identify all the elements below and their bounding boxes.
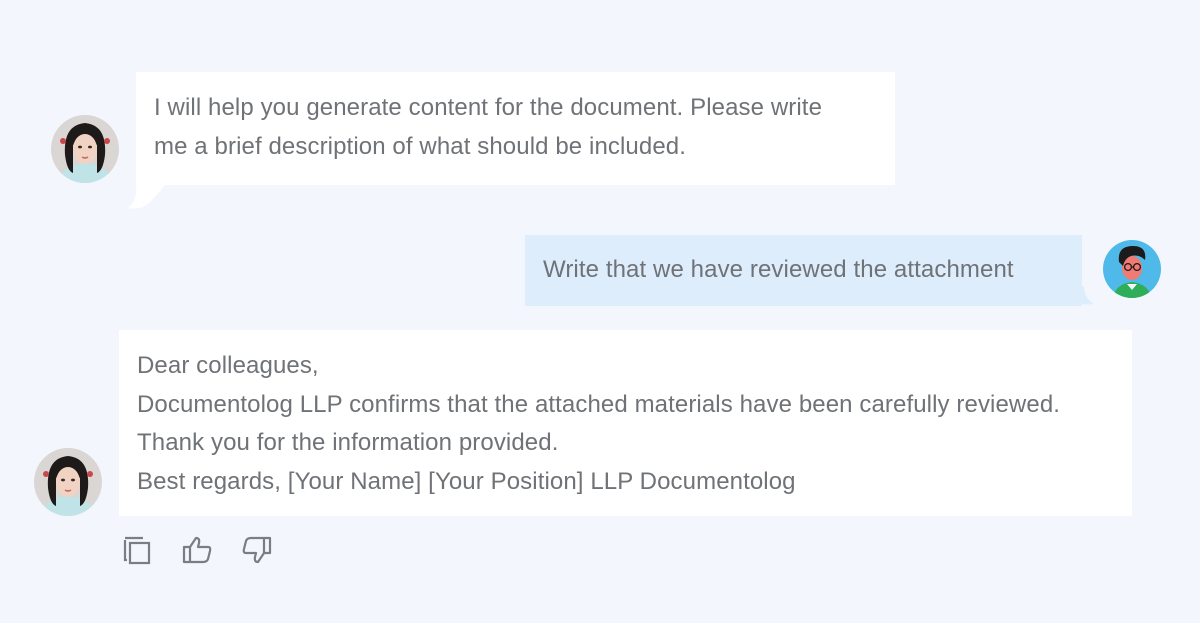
copy-button[interactable] bbox=[120, 533, 154, 567]
thumbs-down-icon bbox=[242, 536, 272, 564]
assistant-avatar bbox=[51, 115, 119, 183]
assistant-avatar-image bbox=[34, 448, 102, 516]
assistant-message: Dear colleagues, Documentolog LLP confir… bbox=[119, 330, 1132, 516]
message-line: Best regards, [Your Name] [Your Position… bbox=[137, 467, 796, 495]
copy-icon bbox=[123, 536, 151, 565]
message-line: Thank you for the information provided. bbox=[137, 429, 559, 456]
assistant-avatar bbox=[34, 448, 102, 516]
message-line: me a brief description of what should be… bbox=[154, 132, 686, 160]
user-message: Write that we have reviewed the attachme… bbox=[525, 235, 1082, 306]
message-line: Write that we have reviewed the attachme… bbox=[543, 256, 1014, 283]
bubble-tail bbox=[1062, 286, 1094, 305]
dislike-button[interactable] bbox=[240, 533, 274, 567]
message-line: Documentolog LLP confirms that the attac… bbox=[137, 390, 1061, 418]
user-avatar-image bbox=[1103, 240, 1161, 298]
message-actions bbox=[120, 533, 274, 567]
message-line: I will help you generate content for the… bbox=[154, 94, 823, 121]
message-line: Dear colleagues, bbox=[137, 352, 319, 379]
assistant-message: I will help you generate content for the… bbox=[136, 72, 895, 185]
user-avatar bbox=[1103, 240, 1161, 298]
bubble-tail bbox=[128, 184, 166, 209]
thumbs-up-icon bbox=[182, 536, 212, 564]
assistant-avatar-image bbox=[51, 115, 119, 183]
like-button[interactable] bbox=[180, 533, 214, 567]
